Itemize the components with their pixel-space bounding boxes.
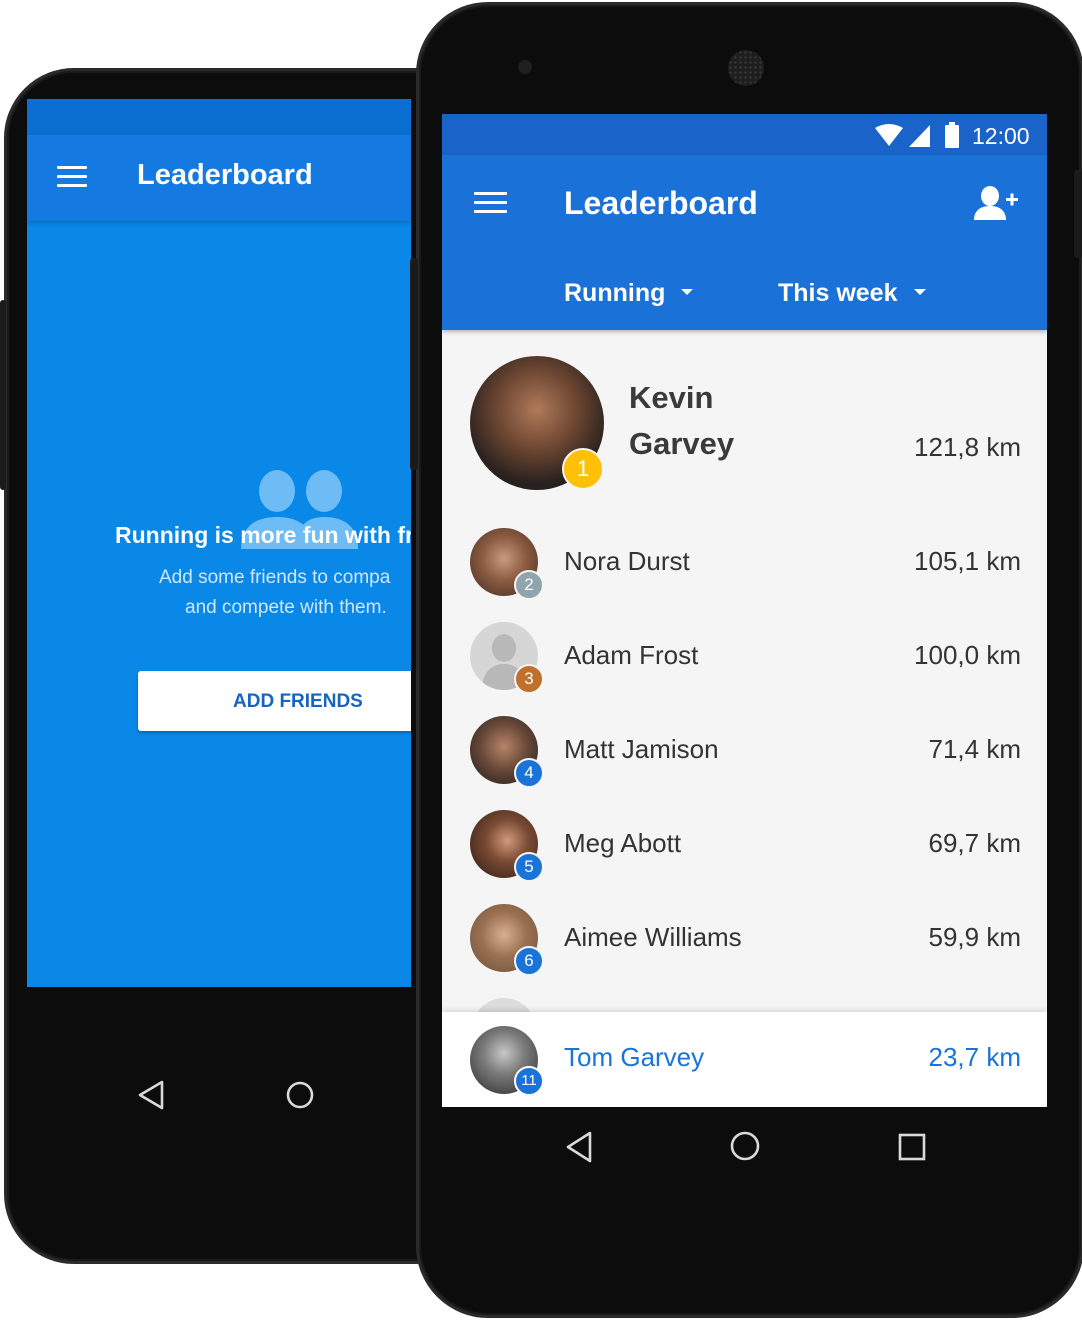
- empty-state-text-line1: Add some friends to compa: [159, 567, 391, 588]
- back-phone-screen: Leaderboard Running is more fun with fr …: [27, 99, 411, 987]
- empty-state-text-line2: and compete with them.: [185, 597, 387, 618]
- add-friends-label: ADD FRIENDS: [233, 691, 363, 712]
- current-user-name: Tom Garvey: [564, 1042, 705, 1072]
- entry-name: Adam Frost: [564, 640, 699, 670]
- front-phone-side-button: [1074, 170, 1082, 258]
- add-friends-button[interactable]: ADD FRIENDS: [138, 671, 411, 731]
- battery-icon: [945, 122, 959, 148]
- period-filter-label: This week: [778, 279, 898, 307]
- current-user-distance: 23,7 km: [928, 1042, 1022, 1072]
- entry-name: Nora Durst: [564, 546, 690, 576]
- rank-badge: 11: [514, 1066, 544, 1096]
- period-filter-dropdown[interactable]: This week: [778, 279, 926, 308]
- rank-badge: 5: [514, 852, 544, 882]
- entry-distance: 100,0 km: [914, 640, 1021, 670]
- entry-name: Meg Abott: [564, 828, 682, 858]
- menu-icon[interactable]: [474, 192, 507, 219]
- chevron-down-icon: [913, 289, 926, 296]
- status-time: 12:00: [972, 123, 1030, 149]
- back-phone-side-button: [0, 300, 6, 490]
- rank-badge: 2: [514, 570, 544, 600]
- current-user-row[interactable]: 11 Tom Garvey 23,7 km: [442, 1012, 1047, 1107]
- wifi-icon: [875, 124, 903, 146]
- list-item[interactable]: 4 Matt Jamison 71,4 km: [442, 716, 1047, 788]
- page-title: Leaderboard: [564, 185, 758, 221]
- rank-badge: 4: [514, 758, 544, 788]
- leader-name-line1: Kevin: [629, 380, 714, 415]
- rank-badge: 6: [514, 946, 544, 976]
- empty-state-title: Running is more fun with fr: [115, 522, 411, 548]
- app-bar: Leaderboard Running This week: [442, 155, 1047, 330]
- list-item[interactable]: 6 Aimee Williams 59,9 km: [442, 904, 1047, 976]
- leader-row[interactable]: 1 Kevin Garvey 121,8 km: [442, 344, 1047, 504]
- chevron-down-icon: [681, 289, 694, 296]
- entry-name: Matt Jamison: [564, 734, 719, 764]
- page-title: Leaderboard: [137, 159, 313, 191]
- entry-distance: 105,1 km: [914, 546, 1021, 576]
- nav-home-icon[interactable]: [729, 1130, 761, 1162]
- app-bar: Leaderboard: [27, 135, 411, 221]
- activity-filter-label: Running: [564, 279, 666, 307]
- front-phone-volume-button: [410, 258, 418, 470]
- nav-back-icon[interactable]: [137, 1080, 165, 1110]
- leader-name-line2: Garvey: [629, 426, 735, 461]
- entry-distance: 59,9 km: [928, 922, 1022, 952]
- front-phone-camera: [518, 60, 532, 74]
- nav-back-icon[interactable]: [565, 1131, 593, 1163]
- entry-distance: 69,7 km: [928, 828, 1022, 858]
- menu-icon[interactable]: [57, 166, 87, 193]
- add-person-icon[interactable]: [973, 185, 1019, 221]
- front-phone-speaker: [728, 50, 764, 86]
- list-item[interactable]: 3 Adam Frost 100,0 km: [442, 622, 1047, 694]
- front-phone-screen: 12:00 Leaderboard Running This week 1 Ke…: [442, 114, 1047, 1107]
- leader-distance: 121,8 km: [914, 432, 1021, 462]
- list-item[interactable]: 5 Meg Abott 69,7 km: [442, 810, 1047, 882]
- list-item[interactable]: 2 Nora Durst 105,1 km: [442, 528, 1047, 600]
- entry-distance: 71,4 km: [928, 734, 1022, 764]
- rank-badge: 3: [514, 664, 544, 694]
- nav-recents-icon[interactable]: [897, 1132, 927, 1162]
- signal-icon: [909, 125, 930, 147]
- status-bar: [27, 99, 411, 135]
- nav-home-icon[interactable]: [285, 1080, 315, 1110]
- activity-filter-dropdown[interactable]: Running: [564, 279, 694, 308]
- rank-badge: 1: [562, 448, 604, 490]
- entry-name: Aimee Williams: [564, 922, 742, 952]
- status-bar: 12:00: [442, 114, 1047, 155]
